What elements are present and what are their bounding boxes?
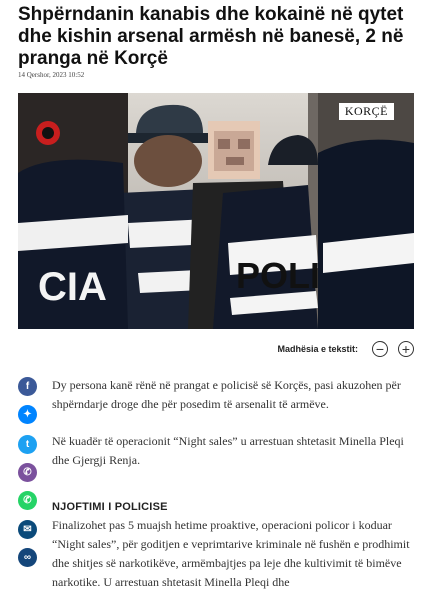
article-paragraph: Finalizohet pas 5 muajsh hetime proaktiv… [52, 518, 410, 589]
article-headline: Shpërndanin kanabis dhe kokainë në qytet… [18, 4, 404, 69]
location-tag: KORÇË [338, 103, 394, 120]
messenger-icon: ✦ [23, 409, 32, 420]
whatsapp-icon: ✆ [23, 495, 32, 506]
article-paragraph: Në kuadër të operacionit “Night sales” u… [52, 434, 404, 467]
facebook-share-button[interactable]: f [18, 377, 37, 396]
link-icon: ∞ [23, 552, 32, 563]
whatsapp-share-button[interactable]: ✆ [18, 491, 37, 510]
twitter-icon: t [25, 439, 30, 450]
email-share-button[interactable]: ✉ [18, 520, 37, 539]
article-hero-image: CIA POLI KORÇË [18, 93, 414, 329]
messenger-share-button[interactable]: ✦ [18, 405, 37, 424]
copy-link-button[interactable]: ∞ [18, 548, 37, 567]
article-paragraph: Dy persona kanë rënë në prangat e polici… [52, 378, 401, 411]
vest-text-left: CIA [38, 265, 107, 309]
increase-font-button[interactable]: + [398, 341, 414, 357]
viber-share-button[interactable]: ✆ [18, 463, 37, 482]
article-subheading: NJOFTIMI I POLICISE [52, 501, 168, 513]
vest-text-right: POLI [236, 255, 320, 296]
viber-icon: ✆ [23, 467, 32, 478]
font-size-controls: Madhësia e tekstit: − + [277, 341, 414, 357]
facebook-icon: f [25, 381, 30, 392]
article-date: 14 Qershor, 2023 10:52 [18, 71, 85, 79]
font-size-label: Madhësia e tekstit: [277, 344, 358, 354]
email-icon: ✉ [23, 524, 32, 535]
twitter-share-button[interactable]: t [18, 435, 37, 454]
police-arrest-photo: CIA POLI [18, 93, 414, 329]
decrease-font-button[interactable]: − [372, 341, 388, 357]
